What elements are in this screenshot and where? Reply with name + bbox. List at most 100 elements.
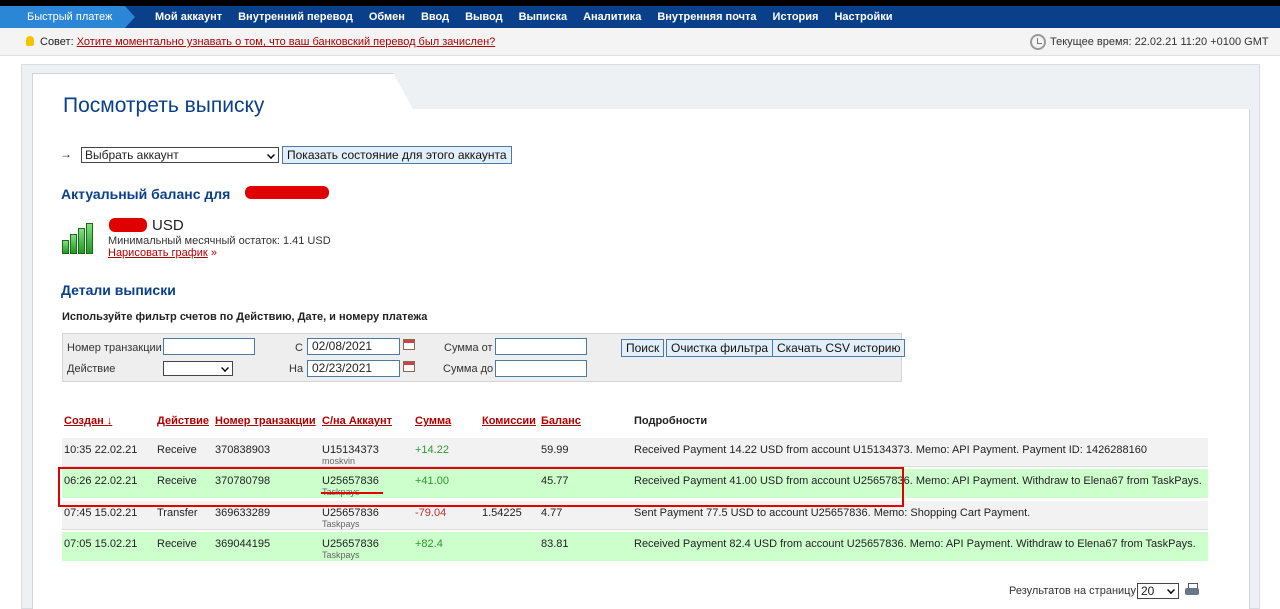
cell-account: U15134373 (322, 444, 379, 456)
col-account[interactable]: С/на Аккаунт (322, 415, 392, 427)
main-navbar: Быстрый платеж Мой аккаунт Внутренний пе… (0, 6, 1280, 28)
cell-account: U25657836 (322, 507, 379, 519)
cell-account-sub: Taskpays (322, 550, 360, 560)
cell-created: 07:05 15.02.21 (64, 538, 138, 550)
tip-prefix: Совет: (40, 36, 74, 48)
arrow-right-icon: → (60, 147, 72, 161)
table-row[interactable]: 10:35 22.02.21 Receive 370838903 U151343… (62, 438, 1208, 467)
col-balance[interactable]: Баланс (541, 415, 581, 427)
tip-bar: Совет: Хотите моментально узнавать о том… (0, 28, 1280, 56)
cell-amount: +82.4 (415, 538, 443, 550)
nav-item-settings[interactable]: Настройки (826, 6, 900, 28)
tip-link[interactable]: Хотите моментально узнавать о том, что в… (77, 36, 496, 48)
cell-created: 07:45 15.02.21 (64, 507, 138, 519)
sum-to-label: Сумма до (443, 363, 494, 375)
cell-account-sub: Taskpays (322, 519, 360, 529)
cell-txn[interactable]: 369044195 (215, 538, 270, 550)
sum-from-label: Сумма от (444, 342, 493, 354)
nav-item-history[interactable]: История (765, 6, 827, 28)
nav-item-internal-mail[interactable]: Внутренняя почта (649, 6, 764, 28)
col-created[interactable]: Создан ↓ (64, 415, 112, 427)
date-to-input[interactable]: 02/23/2021 (307, 360, 400, 377)
download-csv-button[interactable]: Скачать CSV историю (772, 339, 906, 357)
cell-account-sub: moskvin (322, 456, 356, 466)
clear-filter-button[interactable]: Очистка фильтра (666, 339, 774, 357)
balance-currency: USD (152, 217, 184, 234)
current-time: Текущее время: 22.02.21 11:20 +0100 GMT (1050, 36, 1269, 48)
action-select[interactable] (163, 361, 233, 376)
col-amount[interactable]: Сумма (415, 415, 451, 427)
nav-item-exchange[interactable]: Обмен (361, 6, 413, 28)
draw-graph-link[interactable]: Нарисовать график » (108, 247, 217, 259)
filter-hint: Используйте фильтр счетов по Действию, Д… (62, 311, 428, 323)
tip: Совет: Хотите моментально узнавать о том… (26, 36, 495, 48)
results-per-page-select[interactable]: 20 (1137, 583, 1179, 599)
date-to-label: На (289, 363, 304, 375)
show-account-state-button[interactable]: Показать состояние для этого аккаунта (282, 146, 512, 164)
cell-txn[interactable]: 370838903 (215, 444, 270, 456)
cell-balance: 59.99 (541, 444, 569, 456)
cell-amount: -79.04 (415, 507, 447, 519)
search-button[interactable]: Поиск (621, 339, 665, 357)
cell-created: 10:35 22.02.21 (64, 444, 138, 456)
nav-item-deposit[interactable]: Ввод (413, 6, 457, 28)
col-txn-number[interactable]: Номер транзакции (215, 415, 316, 427)
tab-notch (393, 73, 1253, 109)
col-details: Подробности (634, 415, 708, 427)
sum-to-input[interactable] (495, 360, 587, 377)
lightbulb-icon (26, 36, 34, 46)
txn-number-label: Номер транзакции (67, 342, 162, 354)
cell-details: Sent Payment 77.5 USD to account U256578… (634, 507, 1031, 519)
content-panel: Посмотреть выписку → Выбрать аккаунт Пок… (21, 64, 1260, 609)
cell-account: U25657836 (322, 538, 379, 550)
cell-action: Receive (157, 538, 197, 550)
clock-icon (1030, 34, 1046, 50)
redacted-balance-amount (109, 218, 147, 232)
cell-txn[interactable]: 369633289 (215, 507, 270, 519)
col-action[interactable]: Действие (157, 415, 209, 427)
cell-action: Receive (157, 444, 197, 456)
nav-item-my-account[interactable]: Мой аккаунт (147, 6, 230, 28)
calendar-icon[interactable] (403, 339, 415, 350)
action-label: Действие (67, 363, 116, 375)
chevron-down-icon (267, 151, 275, 159)
sum-from-input[interactable] (495, 338, 587, 355)
cell-balance: 4.77 (541, 507, 563, 519)
cell-amount: +14.22 (415, 444, 449, 456)
cell-balance: 83.81 (541, 538, 569, 550)
cell-action: Transfer (157, 507, 198, 519)
chevron-down-icon (221, 364, 229, 372)
nav-item-internal-transfer[interactable]: Внутренний перевод (230, 6, 361, 28)
results-per-page-value: 20 (1141, 584, 1155, 598)
highlight-underline (321, 492, 383, 494)
calendar-icon[interactable] (403, 361, 415, 372)
col-fee[interactable]: Комиссии (482, 415, 536, 427)
nav-item-withdraw[interactable]: Вывод (457, 6, 511, 28)
redacted-account-id (245, 186, 329, 199)
txn-number-input[interactable] (163, 338, 255, 355)
nav-item-analytics[interactable]: Аналитика (575, 6, 649, 28)
draw-graph-label[interactable]: Нарисовать график (108, 247, 208, 259)
nav-fast-payment[interactable]: Быстрый платеж (0, 6, 135, 28)
cell-fee: 1.54225 (482, 507, 522, 519)
cell-details: Received Payment 14.22 USD from account … (634, 444, 1148, 456)
table-row[interactable]: 07:05 15.02.21 Receive 369044195 U256578… (62, 532, 1208, 561)
cell-details: Received Payment 82.4 USD from account U… (634, 538, 1196, 550)
min-balance: Минимальный месячный остаток: 1.41 USD (108, 235, 331, 247)
print-icon[interactable] (1185, 583, 1199, 596)
chevron-down-icon (1167, 586, 1175, 594)
current-balance-heading: Актуальный баланс для (61, 186, 231, 202)
page-title: Посмотреть выписку (63, 94, 265, 117)
statement-sheet: Посмотреть выписку → Выбрать аккаунт Пок… (32, 73, 1253, 609)
draw-graph-suffix: » (210, 247, 217, 259)
nav-item-statement[interactable]: Выписка (511, 6, 576, 28)
account-select[interactable]: Выбрать аккаунт (81, 147, 279, 163)
bar-chart-icon (62, 222, 96, 254)
nav-items: Мой аккаунт Внутренний перевод Обмен Вво… (147, 6, 900, 28)
highlight-box (58, 467, 904, 507)
date-from-label: С (295, 342, 303, 354)
statement-details-heading: Детали выписки (61, 282, 176, 298)
account-select-value: Выбрать аккаунт (85, 148, 179, 162)
date-from-input[interactable]: 02/08/2021 (307, 338, 400, 355)
results-per-page-label: Результатов на страницу: (1009, 585, 1140, 597)
